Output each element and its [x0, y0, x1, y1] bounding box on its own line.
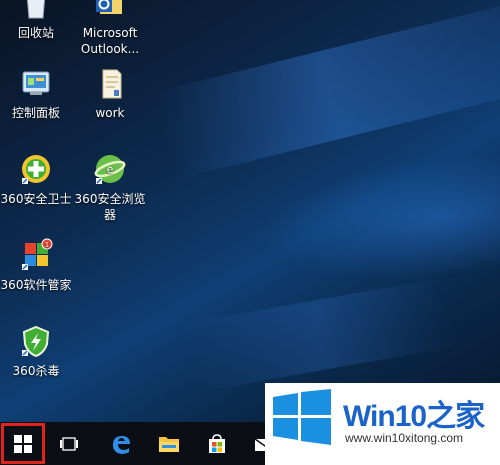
360-antivirus-icon [18, 324, 54, 360]
desktop-icon-label: 回收站 [17, 26, 54, 40]
desktop-icon-label: 控制面板 [11, 106, 60, 120]
watermark-badge: Win10之家 www.win10xitong.com [265, 383, 500, 465]
desktop-icon-work[interactable]: work [74, 66, 146, 121]
task-view-icon [60, 436, 78, 451]
store-button[interactable] [194, 422, 240, 465]
360-browser-icon: e [92, 152, 128, 188]
task-view-button[interactable] [46, 422, 92, 465]
desktop-icon-label: work [95, 106, 125, 120]
store-icon [209, 433, 225, 453]
desktop-icon-360-browser[interactable]: e 360安全浏览器 [74, 152, 146, 223]
desktop-icon-360-antivirus[interactable]: 360杀毒 [0, 324, 72, 379]
file-explorer-icon [159, 436, 179, 452]
outlook-icon [92, 0, 128, 22]
folder-icon [92, 66, 128, 102]
desktop-icon-label: Microsoft Outlook... [80, 26, 140, 56]
control-panel-icon [18, 66, 54, 102]
desktop-icon-360-safe-guard[interactable]: 360安全卫士 [0, 152, 72, 207]
windows-logo [273, 389, 331, 445]
wallpaper-light-beam [185, 277, 455, 393]
start-button[interactable] [0, 422, 46, 465]
desktop-icon-label: 360软件管家 [0, 278, 72, 292]
desktop-icon-label: 360安全浏览器 [74, 192, 146, 222]
svg-text:1: 1 [45, 241, 49, 249]
edge-button[interactable] [98, 422, 144, 465]
watermark-title: Win10之家 [343, 400, 485, 433]
file-explorer-button[interactable] [146, 422, 192, 465]
360-software-manager-icon: 1 [18, 238, 54, 274]
svg-text:e: e [107, 163, 114, 176]
edge-icon [113, 435, 130, 454]
wallpaper-light-beam [155, 0, 500, 180]
wallpaper-light-glow [254, 144, 500, 296]
recycle-bin-icon [18, 0, 54, 22]
watermark-url: www.win10xitong.com [345, 431, 464, 445]
desktop-icon-label: 360安全卫士 [0, 192, 72, 206]
desktop-icon-label: 360杀毒 [12, 364, 60, 378]
desktop-icon-outlook[interactable]: Microsoft Outlook... [74, 0, 146, 57]
desktop-icon-360-software-manager[interactable]: 1 360软件管家 [0, 238, 72, 293]
desktop-icon-control-panel[interactable]: 控制面板 [0, 66, 72, 121]
start-icon [14, 434, 32, 453]
desktop-icon-recycle-bin[interactable]: 回收站 [0, 0, 72, 41]
360-safe-guard-icon [18, 152, 54, 188]
